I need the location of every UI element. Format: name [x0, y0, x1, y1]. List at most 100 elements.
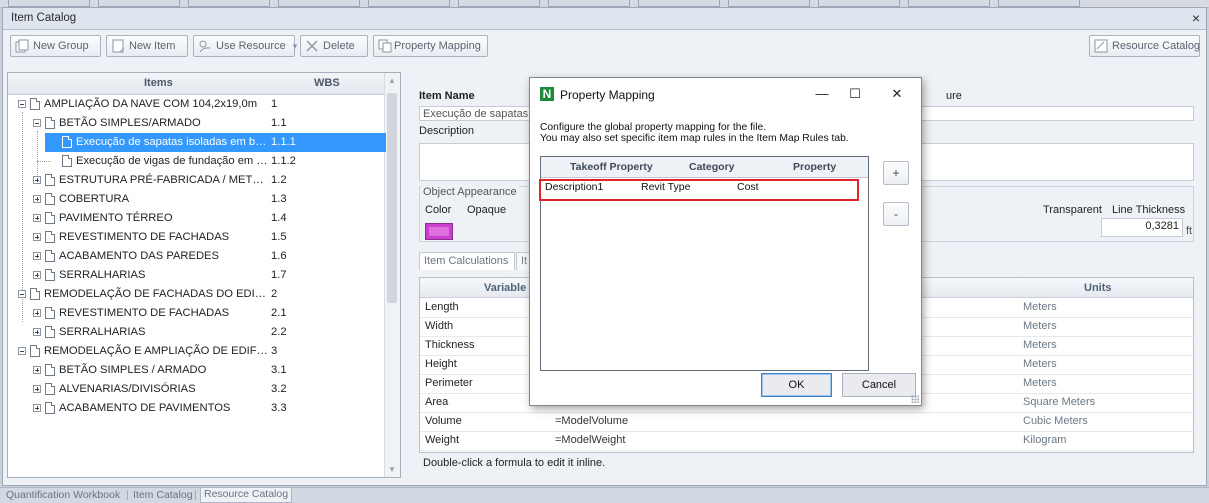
formula-hint: Double-click a formula to edit it inline… — [423, 457, 606, 469]
resource-catalog-button[interactable]: Resource Catalog — [1089, 35, 1200, 57]
remove-mapping-button[interactable]: - — [883, 202, 909, 226]
group-icon — [45, 326, 55, 338]
variable-column-header[interactable]: Variable — [484, 282, 526, 294]
collapse-icon[interactable] — [18, 347, 26, 355]
tree-row[interactable]: SERRALHARIAS 2.2 — [8, 323, 386, 342]
tree-scrollbar[interactable]: ▲ ▼ — [384, 73, 400, 477]
maximize-icon[interactable]: ☐ — [840, 84, 870, 104]
scroll-down-icon[interactable]: ▼ — [388, 465, 396, 474]
tree-row-wbs: 2.2 — [271, 326, 287, 338]
items-column-header[interactable]: Items — [144, 77, 173, 89]
item-icon — [62, 136, 72, 148]
tree-row[interactable]: ESTRUTURA PRÉ-FABRICADA / METÁLICA 1.2 — [8, 171, 386, 190]
variable-cell: Perimeter — [425, 377, 473, 389]
tree-row[interactable]: SERRALHARIAS 1.7 — [8, 266, 386, 285]
expand-icon[interactable] — [33, 252, 41, 260]
formula-cell[interactable]: =ModelWeight — [555, 431, 625, 449]
window-close-icon[interactable]: × — [1192, 10, 1200, 26]
tree-row[interactable]: REVESTIMENTO DE FACHADAS 2.1 — [8, 304, 386, 323]
tree-row-label: BETÃO SIMPLES / ARMADO — [59, 364, 207, 376]
tab-quantification-workbook[interactable]: Quantification Workbook — [6, 489, 120, 501]
variable-cell: Area — [425, 396, 449, 408]
minimize-icon[interactable]: — — [807, 84, 837, 104]
dialog-message: Configure the global property mapping fo… — [540, 122, 849, 144]
category-header[interactable]: Category — [689, 161, 735, 173]
ok-button[interactable]: OK — [761, 373, 832, 397]
units-column-header[interactable]: Units — [1084, 282, 1112, 294]
background-control — [278, 0, 360, 7]
tree-row[interactable]: ACABAMENTO DE PAVIMENTOS 3.3 — [8, 399, 386, 418]
add-mapping-button[interactable]: + — [883, 161, 909, 185]
color-swatch[interactable] — [425, 223, 453, 240]
variable-cell: Length — [425, 301, 459, 313]
line-thickness-field[interactable]: 0,3281 — [1101, 218, 1183, 237]
tree-row[interactable]: BETÃO SIMPLES / ARMADO 3.1 — [8, 361, 386, 380]
use-resource-dropdown[interactable]: Use Resource — [193, 35, 295, 57]
tree-row[interactable]: REMODELAÇÃO E AMPLIAÇÃO DE EDIFÍCI... 3 — [8, 342, 386, 361]
tree-row-label: SERRALHARIAS — [59, 269, 146, 281]
expand-icon[interactable] — [33, 366, 41, 374]
tree-row-selected[interactable]: Execução de sapatas isoladas em betã... … — [45, 133, 386, 152]
expand-icon[interactable] — [33, 328, 41, 336]
tree-row-wbs: 3.1 — [271, 364, 287, 376]
tree-row[interactable]: REVESTIMENTO DE FACHADAS 1.5 — [8, 228, 386, 247]
new-group-button[interactable]: New Group — [10, 35, 101, 57]
tree-row[interactable]: REMODELAÇÃO DE FACHADAS DO EDIFÍCI... 2 — [8, 285, 386, 304]
expand-icon[interactable] — [33, 195, 41, 203]
tab-resource-catalog[interactable]: Resource Catalog — [200, 488, 293, 503]
tree-row-wbs: 2.1 — [271, 307, 287, 319]
items-tree[interactable]: Items WBS ▲ ▼ AMPLIAÇÃO DA NAVE COM 104,… — [7, 72, 401, 478]
delete-button[interactable]: Delete — [300, 35, 368, 57]
scroll-up-icon[interactable]: ▲ — [388, 76, 396, 85]
new-group-label: New Group — [33, 40, 89, 52]
property-header[interactable]: Property — [793, 161, 836, 173]
group-icon — [45, 174, 55, 186]
variable-cell: Weight — [425, 434, 460, 446]
tree-row[interactable]: ALVENARIAS/DIVISÓRIAS 3.2 — [8, 380, 386, 399]
tree-row-wbs: 1.6 — [271, 250, 287, 262]
background-control — [728, 0, 810, 7]
expand-icon[interactable] — [33, 214, 41, 222]
units-cell: Meters — [1023, 358, 1057, 370]
mapping-grid-header: Takeoff Property Category Property — [541, 157, 868, 178]
app-logo-icon: N — [540, 87, 554, 101]
formula-cell[interactable]: =ModelVolume — [555, 412, 628, 430]
scroll-thumb[interactable] — [387, 93, 397, 303]
collapse-icon[interactable] — [18, 100, 26, 108]
tree-row[interactable]: AMPLIAÇÃO DA NAVE COM 104,2x19,0m 1 — [8, 95, 386, 114]
wbs-column-header[interactable]: WBS — [314, 77, 340, 89]
collapse-icon[interactable] — [33, 119, 41, 127]
tree-row[interactable]: ACABAMENTO DAS PAREDES 1.6 — [8, 247, 386, 266]
expand-icon[interactable] — [33, 385, 41, 393]
collapse-icon[interactable] — [18, 290, 26, 298]
tab-item-calculations[interactable]: Item Calculations — [419, 252, 515, 270]
tab-item-catalog[interactable]: Item Catalog — [133, 489, 193, 501]
new-item-button[interactable]: New Item — [106, 35, 188, 57]
grid-row[interactable]: Volume =ModelVolume Cubic Meters — [420, 412, 1193, 432]
expand-icon[interactable] — [33, 404, 41, 412]
variable-cell: Width — [425, 320, 454, 332]
header-right-fragment: ure — [946, 90, 962, 102]
units-cell: Cubic Meters — [1023, 415, 1088, 427]
dialog-close-icon[interactable]: ✕ — [882, 84, 912, 104]
resize-grip-icon[interactable] — [911, 395, 919, 403]
background-control — [548, 0, 630, 7]
expand-icon[interactable] — [33, 271, 41, 279]
property-mapping-button[interactable]: Property Mapping — [373, 35, 488, 57]
cancel-button[interactable]: Cancel — [842, 373, 916, 397]
resource-catalog-label: Resource Catalog — [1112, 40, 1201, 52]
tree-row[interactable]: PAVIMENTO TÉRREO 1.4 — [8, 209, 386, 228]
tree-row-label: REVESTIMENTO DE FACHADAS — [59, 307, 230, 319]
tree-row[interactable]: COBERTURA 1.3 — [8, 190, 386, 209]
dialog-message-line: Configure the global property mapping fo… — [540, 122, 767, 133]
window-titlebar: Item Catalog × — [3, 8, 1206, 30]
tree-row[interactable]: Execução de vigas de fundação em be... 1… — [8, 152, 386, 171]
background-control — [818, 0, 900, 7]
tree-row-label: Execução de vigas de fundação em be... — [76, 155, 269, 167]
grid-row[interactable]: Weight =ModelWeight Kilogram — [420, 431, 1193, 451]
expand-icon[interactable] — [33, 309, 41, 317]
tree-row[interactable]: BETÃO SIMPLES/ARMADO 1.1 — [8, 114, 386, 133]
takeoff-property-header[interactable]: Takeoff Property — [570, 161, 653, 173]
expand-icon[interactable] — [33, 176, 41, 184]
expand-icon[interactable] — [33, 233, 41, 241]
